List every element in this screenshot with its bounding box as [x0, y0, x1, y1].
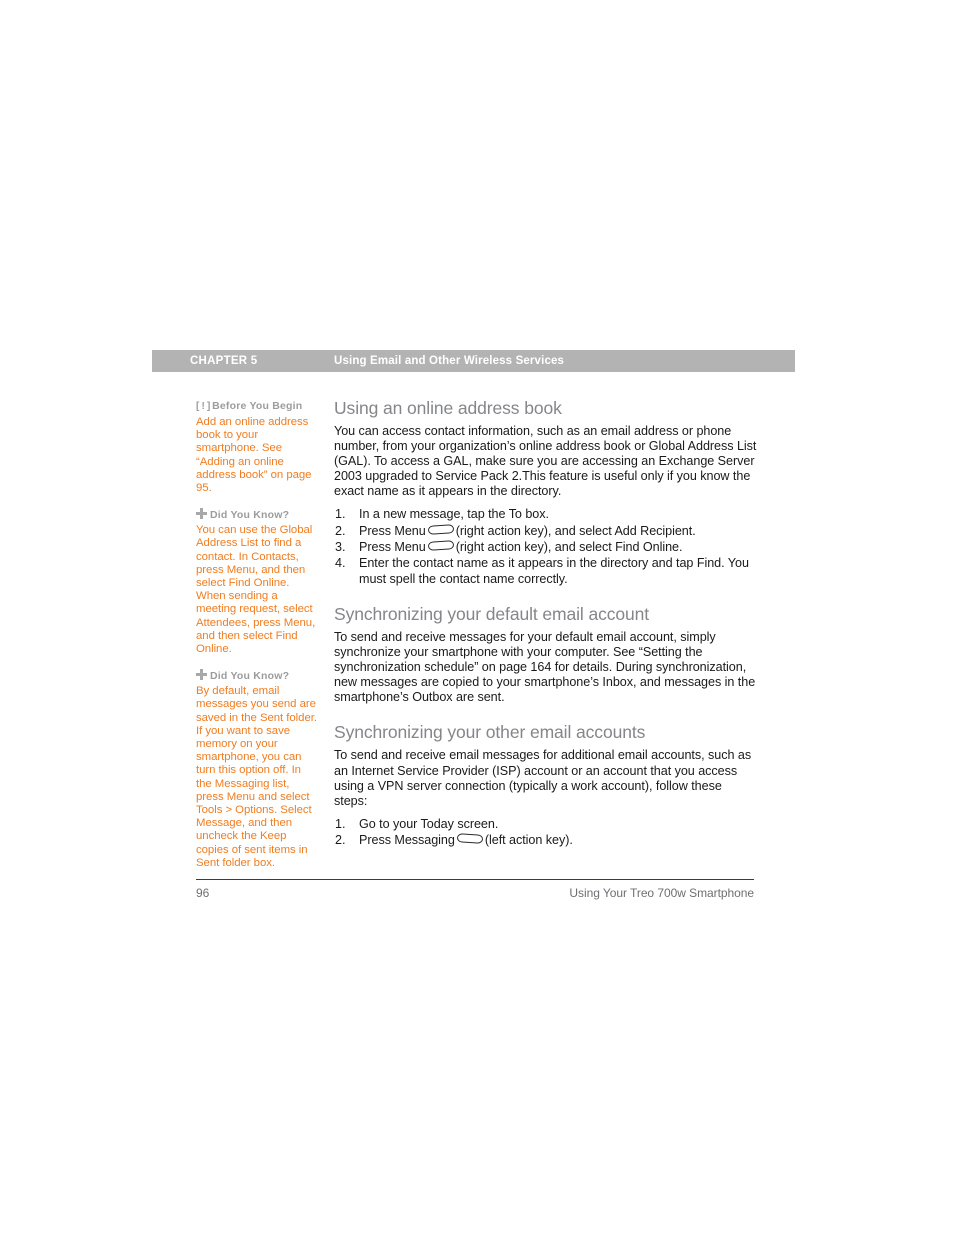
chapter-number-label: CHAPTER 5 [190, 355, 258, 367]
right-action-key-icon [427, 540, 454, 551]
plus-icon [196, 508, 207, 520]
list-item: 2. Press Menu (right action key), and sele… [334, 524, 758, 539]
step-number: 2. [335, 523, 346, 538]
section-heading-online-address-book: Using an online address book [334, 398, 562, 418]
step-text-after: (right action key), and select Find Onli… [455, 540, 683, 555]
note-body-text: You can use the Global Address List to f… [196, 524, 316, 656]
list-item: 4. Enter the contact name as it appears i… [334, 556, 758, 587]
step-text: Enter the contact name as it appears in … [359, 556, 749, 586]
chapter-title-label: Using Email and Other Wireless Services [334, 355, 565, 367]
step-number: 1. [335, 507, 346, 522]
footer-divider [196, 879, 754, 880]
step-number: 4. [335, 556, 346, 571]
section-paragraph: To send and receive email messages for a… [334, 748, 752, 808]
note-heading: Did You Know? [196, 508, 318, 522]
plus-icon [196, 669, 207, 681]
step-text: In a new message, tap the To box. [359, 507, 549, 522]
step-text: Press Menu [359, 540, 426, 555]
note-heading-label: Did You Know? [210, 670, 290, 683]
list-item: 2. Press Messaging (left action key). [334, 833, 758, 848]
step-text: Press Messaging [359, 833, 455, 848]
list-item: 3. Press Menu (right action key), and sele… [334, 540, 758, 555]
section-paragraph: To send and receive messages for your de… [334, 629, 756, 705]
step-list-other-email-accounts: 1. Go to your Today screen. 2. Press Messa… [334, 817, 758, 849]
note-did-you-know-sent-folder: Did You Know? By default, email messages… [196, 669, 318, 870]
note-did-you-know-gal: Did You Know? You can use the Global Add… [196, 508, 318, 656]
step-text-after: (right action key), and select Add Recip… [455, 523, 696, 538]
step-number: 2. [335, 833, 346, 848]
step-number: 1. [335, 816, 346, 831]
note-heading-label: Did You Know? [210, 509, 290, 522]
footer-page-number: 96 [196, 886, 210, 900]
note-before-you-begin: [ ! ] Before You Begin Add an online addr… [196, 399, 318, 495]
step-text-after: (left action key). [484, 833, 573, 848]
note-body-text: By default, email messages you send are … [196, 685, 317, 869]
main-content-column: Using an online address book You can acc… [334, 398, 758, 849]
step-text: Go to your Today screen. [359, 816, 499, 831]
left-action-key-icon [456, 833, 484, 844]
section-heading-default-email-account: Synchronizing your default email account [334, 603, 650, 624]
right-action-key-icon [427, 523, 454, 535]
note-body-text: Add an online address book to your smart… [196, 416, 312, 495]
chapter-header-bar: CHAPTER 5 Using Email and Other Wireless… [152, 350, 795, 372]
section-paragraph: You can access contact information, such… [334, 424, 757, 499]
note-heading-label: Before You Begin [212, 400, 303, 412]
step-text: Press Menu [359, 523, 426, 538]
section-heading-other-email-accounts: Synchronizing your other email accounts [334, 722, 646, 743]
document-page: CHAPTER 5 Using Email and Other Wireless… [0, 0, 954, 1235]
sidebar-notes: [ ! ] Before You Begin Add an online addr… [196, 399, 318, 883]
list-item: 1. Go to your Today screen. [334, 817, 758, 832]
step-number: 3. [335, 540, 346, 555]
list-item: 1. In a new message, tap the To box. [334, 507, 758, 522]
footer-book-title: Using Your Treo 700w Smartphone [569, 886, 754, 900]
alert-bracket-icon: [ ! ] [196, 401, 211, 412]
step-list-online-address-book: 1. In a new message, tap the To box. 2. Pr… [334, 507, 758, 586]
note-heading: [ ! ] Before You Begin [196, 399, 318, 414]
note-heading: Did You Know? [196, 669, 318, 683]
